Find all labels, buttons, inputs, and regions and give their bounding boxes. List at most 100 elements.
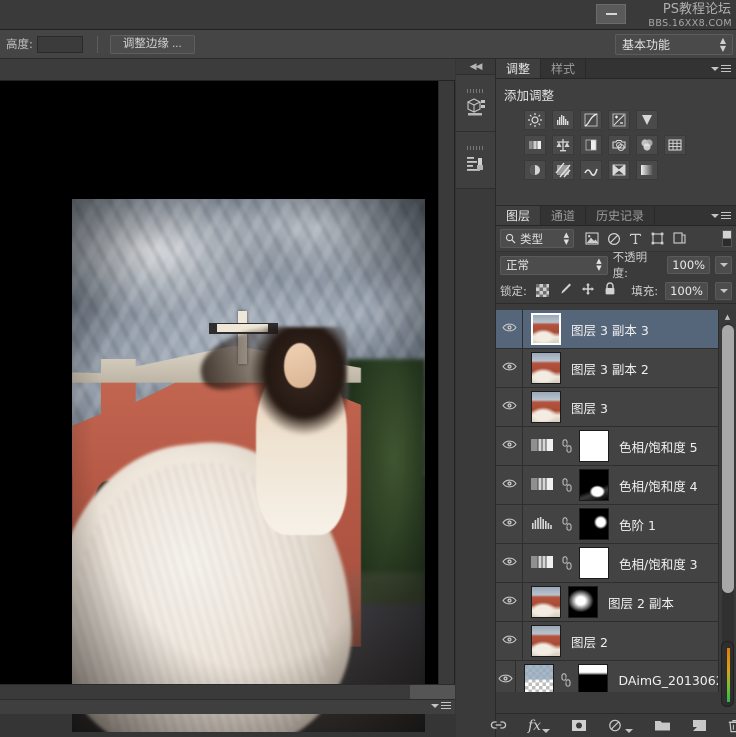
delete-layer-icon[interactable]	[728, 717, 736, 735]
layer-visibility-toggle[interactable]	[496, 661, 516, 692]
smart-object-filter-icon[interactable]	[672, 231, 687, 246]
scroll-thumb[interactable]	[410, 685, 455, 700]
table-row[interactable]: 色相/饱和度 4	[496, 466, 718, 505]
color-lookup-icon[interactable]	[664, 135, 686, 155]
table-row[interactable]: DAimG_201306230...	[496, 661, 718, 692]
link-icon[interactable]	[561, 556, 572, 570]
refine-edge-button[interactable]: 调整边缘 ...	[110, 35, 195, 54]
layer-visibility-toggle[interactable]	[496, 427, 523, 465]
layer-visibility-toggle[interactable]	[496, 622, 523, 660]
layer-kind-select[interactable]: 类型 ▲▼	[500, 229, 574, 248]
vibrance-icon[interactable]	[636, 110, 658, 130]
layer-visibility-toggle[interactable]	[496, 583, 523, 621]
channel-mixer-icon[interactable]	[636, 135, 658, 155]
opacity-value[interactable]: 100%	[667, 256, 710, 274]
chevron-down-icon	[431, 704, 439, 708]
collapsed-panel-dock: ◀◀	[456, 59, 496, 737]
new-layer-icon[interactable]	[692, 717, 707, 735]
tab-layers[interactable]: 图层	[496, 206, 541, 225]
layer-visibility-toggle[interactable]	[496, 310, 523, 348]
tab-history[interactable]: 历史记录	[586, 206, 655, 225]
link-icon[interactable]	[561, 478, 572, 492]
layer-list[interactable]: 图层 3 副本 3图层 3 副本 2图层 3色相/饱和度 5色相/饱和度 4色阶…	[496, 310, 718, 692]
eye-icon	[502, 322, 517, 336]
layer-visibility-toggle[interactable]	[496, 544, 523, 582]
layer-visibility-toggle[interactable]	[496, 466, 523, 504]
height-label: 高度:	[6, 36, 33, 52]
color-balance-icon[interactable]	[552, 135, 574, 155]
layer-visibility-toggle[interactable]	[496, 349, 523, 387]
canvas-vertical-scrollbar[interactable]	[438, 81, 454, 699]
link-layers-icon[interactable]	[490, 717, 507, 735]
layer-mask-thumbnail[interactable]	[579, 430, 609, 462]
canvas[interactable]	[0, 81, 439, 699]
tab-adjustments[interactable]: 调整	[496, 59, 541, 78]
scroll-up-arrow[interactable]: ▲	[719, 310, 736, 323]
threshold-icon[interactable]	[580, 160, 602, 180]
blend-mode-select[interactable]: 正常 ▲▼	[500, 256, 608, 275]
workspace-selector[interactable]: 基本功能 ▲▼	[615, 34, 733, 55]
table-row[interactable]: 图层 3 副本 2	[496, 349, 718, 388]
fill-dropdown-button[interactable]	[715, 282, 732, 300]
table-row[interactable]: 色相/饱和度 5	[496, 427, 718, 466]
link-icon[interactable]	[561, 517, 572, 531]
table-row[interactable]: 色相/饱和度 3	[496, 544, 718, 583]
layers-panel-menu[interactable]	[706, 206, 736, 225]
layer-style-icon[interactable]: fx	[528, 717, 550, 735]
layer-mask-thumbnail[interactable]	[579, 469, 609, 501]
lock-position-icon[interactable]	[581, 282, 595, 299]
table-row[interactable]: 图层 3	[496, 388, 718, 427]
type-filter-icon[interactable]	[628, 231, 643, 246]
document-panel-menu[interactable]	[431, 702, 451, 710]
invert-icon[interactable]	[524, 160, 546, 180]
selective-color-icon[interactable]	[608, 160, 630, 180]
levels-icon[interactable]	[552, 110, 574, 130]
link-icon[interactable]	[560, 673, 571, 687]
tab-channels[interactable]: 通道	[541, 206, 586, 225]
table-row[interactable]: 图层 3 副本 3	[496, 310, 718, 349]
minimize-button[interactable]	[596, 4, 626, 24]
chevron-down-icon	[711, 214, 719, 218]
shape-filter-icon[interactable]	[650, 231, 665, 246]
lock-all-icon[interactable]	[604, 282, 616, 299]
layers-scrollbar[interactable]: ▲	[718, 310, 736, 692]
adjustment-filter-icon[interactable]	[606, 231, 621, 246]
hue-saturation-thumbnail-icon	[531, 553, 555, 573]
black-white-icon[interactable]	[580, 135, 602, 155]
document-tab-strip[interactable]	[0, 59, 455, 81]
layer-mask-thumbnail[interactable]	[568, 586, 598, 618]
new-fill-adjustment-icon[interactable]	[608, 717, 633, 735]
photo-filter-icon[interactable]	[608, 135, 630, 155]
dock-item-measurement-log[interactable]	[456, 132, 495, 189]
filter-enable-toggle[interactable]	[722, 230, 732, 247]
layer-mask-icon[interactable]	[571, 717, 587, 735]
exposure-icon[interactable]	[608, 110, 630, 130]
new-group-icon[interactable]	[654, 717, 671, 735]
layer-visibility-toggle[interactable]	[496, 388, 523, 426]
opacity-dropdown-button[interactable]	[715, 256, 732, 274]
tab-styles[interactable]: 样式	[541, 59, 586, 78]
layer-visibility-toggle[interactable]	[496, 505, 523, 543]
curves-icon[interactable]	[580, 110, 602, 130]
height-input[interactable]	[37, 36, 83, 53]
scroll-thumb[interactable]	[722, 325, 734, 593]
layer-mask-thumbnail[interactable]	[578, 664, 608, 692]
brightness-contrast-icon[interactable]	[524, 110, 546, 130]
adjustments-panel-menu[interactable]	[706, 59, 736, 78]
layer-mask-thumbnail[interactable]	[579, 508, 609, 540]
table-row[interactable]: 图层 2 副本	[496, 583, 718, 622]
layer-mask-thumbnail[interactable]	[579, 547, 609, 579]
table-row[interactable]: 图层 2	[496, 622, 718, 661]
canvas-horizontal-scrollbar[interactable]	[0, 684, 455, 699]
hue-saturation-icon[interactable]	[524, 135, 546, 155]
fill-value[interactable]: 100%	[665, 282, 708, 300]
link-icon[interactable]	[561, 439, 572, 453]
table-row[interactable]: 色阶 1	[496, 505, 718, 544]
lock-transparency-icon[interactable]	[536, 284, 549, 297]
pixel-filter-icon[interactable]	[584, 231, 599, 246]
gradient-map-icon[interactable]	[636, 160, 658, 180]
collapse-panels-button[interactable]: ◀◀	[456, 59, 495, 75]
dock-item-3d[interactable]	[456, 75, 495, 132]
lock-image-icon[interactable]	[558, 282, 572, 299]
posterize-icon[interactable]	[552, 160, 574, 180]
